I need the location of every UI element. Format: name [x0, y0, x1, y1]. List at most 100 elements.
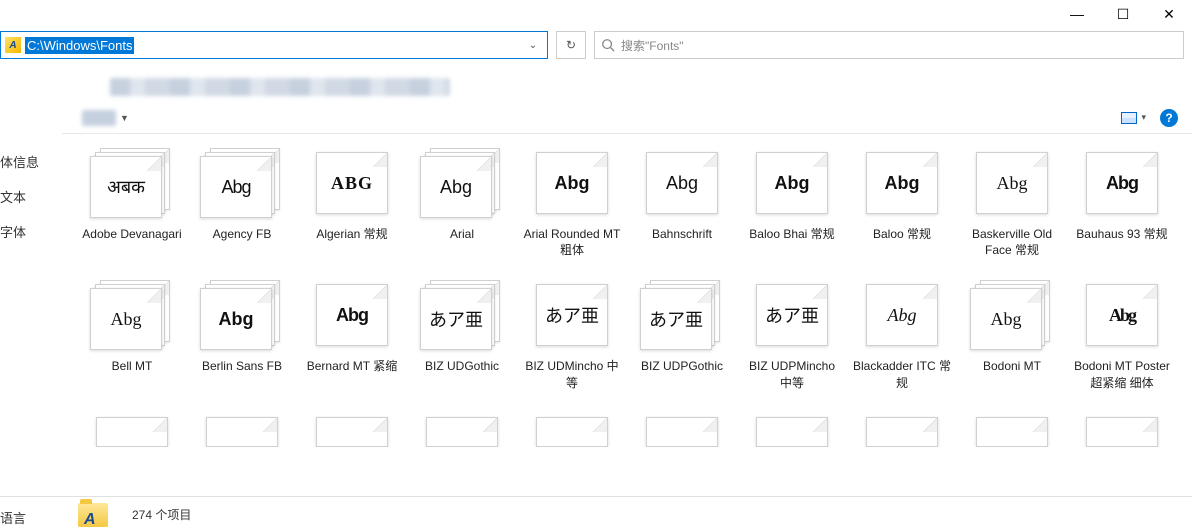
- toolbar-organize-blurred[interactable]: [82, 110, 116, 126]
- font-sample: Abg: [336, 305, 368, 326]
- font-item[interactable]: [852, 413, 952, 447]
- font-item[interactable]: AbgBaloo 常规: [852, 148, 952, 258]
- font-item[interactable]: [412, 413, 512, 447]
- font-label: Bernard MT 紧缩: [307, 358, 397, 374]
- font-item[interactable]: Abg Bodoni MT Poster 超紧缩 细体: [1072, 280, 1172, 390]
- breadcrumb-row: [0, 62, 1192, 102]
- font-label: BIZ UDPMincho 中等: [742, 358, 842, 390]
- font-item[interactable]: Abg Arial: [412, 148, 512, 258]
- font-sample: Abg: [1106, 173, 1138, 194]
- font-item[interactable]: [742, 413, 842, 447]
- window-controls: — ☐ ✕: [1054, 0, 1192, 28]
- font-thumbnail: Abg: [1080, 280, 1164, 352]
- font-thumbnail: Abg: [420, 148, 504, 220]
- font-label: Arial: [450, 226, 474, 242]
- font-item[interactable]: AbgBerlin Sans FB: [192, 280, 292, 390]
- font-thumbnail: Abg: [90, 280, 174, 352]
- font-label: Baskerville Old Face 常规: [962, 226, 1062, 258]
- font-thumbnail: Abg: [1080, 148, 1164, 220]
- address-path: C:\Windows\Fonts: [25, 37, 134, 54]
- sidebar-item-font[interactable]: 字体: [0, 214, 62, 249]
- maximize-button[interactable]: ☐: [1100, 0, 1146, 28]
- font-sample: Abg: [111, 309, 142, 330]
- font-item[interactable]: AbgBahnschrift: [632, 148, 732, 258]
- font-label: BIZ UDPGothic: [641, 358, 723, 374]
- font-item[interactable]: あア亜 BIZ UDPGothic: [632, 280, 732, 390]
- font-thumbnail: Abg: [970, 148, 1054, 220]
- font-item[interactable]: Abg Bell MT: [82, 280, 182, 390]
- font-sample: Abg: [1109, 305, 1135, 326]
- font-item[interactable]: [1072, 413, 1172, 447]
- font-item[interactable]: [82, 413, 182, 447]
- font-item[interactable]: Abg Bernard MT 紧缩: [302, 280, 402, 390]
- font-thumbnail: Abg: [860, 280, 944, 352]
- font-thumbnail: Abg: [200, 280, 284, 352]
- font-sample: あア亜: [765, 302, 819, 328]
- font-thumbnail: Abg: [750, 148, 834, 220]
- font-sample: あア亜: [429, 306, 483, 332]
- close-button[interactable]: ✕: [1146, 0, 1192, 28]
- font-item[interactable]: [962, 413, 1062, 447]
- chevron-down-icon[interactable]: ▼: [120, 113, 129, 123]
- folder-fonts-icon: [5, 37, 21, 53]
- font-thumbnail: [970, 413, 1054, 447]
- refresh-button[interactable]: ↻: [556, 31, 586, 59]
- font-label: Adobe Devanagari: [82, 226, 181, 242]
- sidebar-item-language[interactable]: 语言: [0, 508, 78, 527]
- font-sample: Abg: [775, 173, 810, 194]
- font-item[interactable]: Abg Baskerville Old Face 常规: [962, 148, 1062, 258]
- font-item[interactable]: AbgBlackadder ITC 常规: [852, 280, 952, 390]
- font-item[interactable]: [632, 413, 732, 447]
- font-label: Algerian 常规: [316, 226, 387, 242]
- font-item[interactable]: あア亜BIZ UDMincho 中等: [522, 280, 622, 390]
- font-item[interactable]: あア亜 BIZ UDPMincho 中等: [742, 280, 842, 390]
- font-grid-scroll[interactable]: अबक Adobe Devanagari Abg Agency FB ABG Algeri…: [62, 134, 1192, 487]
- font-item[interactable]: Abg Arial Rounded MT 粗体: [522, 148, 622, 258]
- search-input[interactable]: 搜索"Fonts": [594, 31, 1184, 59]
- font-thumbnail: [310, 413, 394, 447]
- font-item[interactable]: [192, 413, 292, 447]
- font-item[interactable]: AbgBauhaus 93 常规: [1072, 148, 1172, 258]
- font-item[interactable]: अबक Adobe Devanagari: [82, 148, 182, 258]
- font-label: Bell MT: [112, 358, 153, 374]
- sidebar-item-fontinfo[interactable]: 体信息: [0, 144, 62, 179]
- font-label: Arial Rounded MT 粗体: [522, 226, 622, 258]
- titlebar: — ☐ ✕: [0, 0, 1192, 28]
- font-thumbnail: Abg: [860, 148, 944, 220]
- font-sample: Abg: [991, 309, 1022, 330]
- font-item[interactable]: [302, 413, 402, 447]
- font-label: BIZ UDMincho 中等: [522, 358, 622, 390]
- font-thumbnail: あア亜: [640, 280, 724, 352]
- font-item[interactable]: AbgBaloo Bhai 常规: [742, 148, 842, 258]
- font-thumbnail: Abg: [970, 280, 1054, 352]
- minimize-button[interactable]: —: [1054, 0, 1100, 28]
- help-button[interactable]: ?: [1160, 109, 1178, 127]
- font-thumbnail: [200, 413, 284, 447]
- font-sample: Abg: [221, 177, 250, 198]
- breadcrumb-blurred: [110, 78, 450, 96]
- font-label: Agency FB: [213, 226, 272, 242]
- address-dropdown-icon[interactable]: ⌄: [523, 40, 543, 51]
- font-item[interactable]: [522, 413, 622, 447]
- sidebar-item-text[interactable]: 文本: [0, 179, 62, 214]
- font-thumbnail: ABG: [310, 148, 394, 220]
- font-sample: Abg: [219, 309, 254, 330]
- view-mode-icon[interactable]: [1121, 112, 1137, 124]
- fonts-folder-icon: [78, 501, 110, 529]
- font-thumbnail: अबक: [90, 148, 174, 220]
- font-item[interactable]: Abg Agency FB: [192, 148, 292, 258]
- font-label: Bodoni MT: [983, 358, 1041, 374]
- font-sample: あア亜: [649, 306, 703, 332]
- font-thumbnail: Abg: [530, 148, 614, 220]
- font-item[interactable]: あア亜BIZ UDGothic: [412, 280, 512, 390]
- font-sample: Abg: [888, 305, 917, 326]
- main-area: 体信息 文本 字体 ▼ ▾ ? अबक Adobe Devanagari Abg Ag…: [0, 102, 1192, 487]
- font-label: Bodoni MT Poster 超紧缩 细体: [1072, 358, 1172, 390]
- sidebar: 体信息 文本 字体: [0, 102, 62, 487]
- address-bar[interactable]: C:\Windows\Fonts ⌄: [0, 31, 548, 59]
- font-thumbnail: [1080, 413, 1164, 447]
- toolbar: ▼ ▾ ?: [62, 102, 1192, 134]
- font-item[interactable]: ABG Algerian 常规: [302, 148, 402, 258]
- font-item[interactable]: Abg Bodoni MT: [962, 280, 1062, 390]
- chevron-down-icon[interactable]: ▾: [1141, 112, 1146, 123]
